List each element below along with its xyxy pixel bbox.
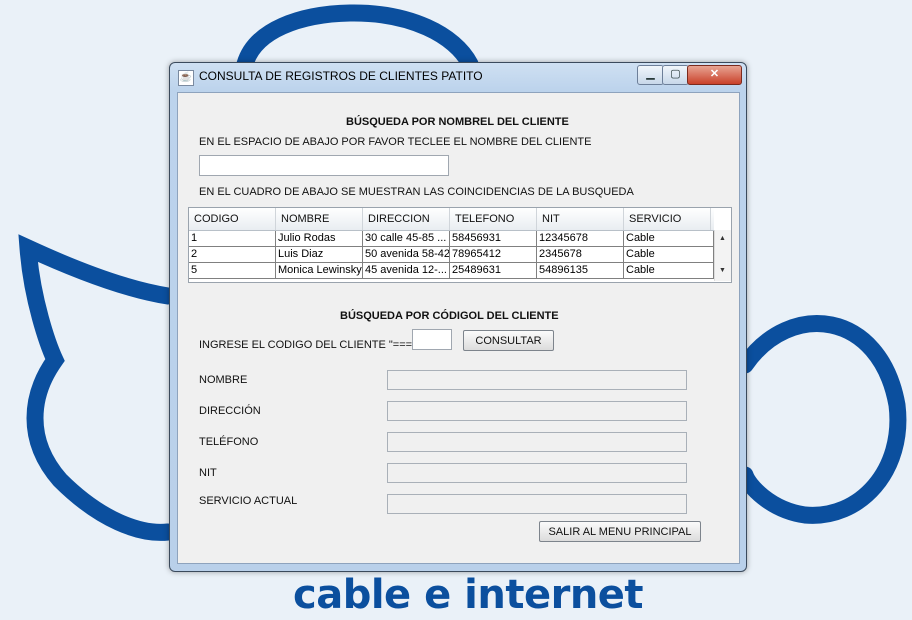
code-prompt-label: INGRESE EL CODIGO DEL CLIENTE "===>" bbox=[199, 339, 423, 351]
cell-nombre: Julio Rodas bbox=[276, 231, 363, 247]
cell-nit: 12345678 bbox=[537, 231, 624, 247]
java-cup-icon: ☕ bbox=[178, 70, 194, 86]
nombre-field[interactable] bbox=[387, 370, 687, 390]
cell-codigo: 2 bbox=[189, 247, 276, 263]
cell-servicio: Cable bbox=[624, 231, 714, 247]
table-row[interactable]: 1 Julio Rodas 30 calle 45-85 ... 5845693… bbox=[189, 231, 714, 247]
cell-codigo: 1 bbox=[189, 231, 276, 247]
column-header-nombre[interactable]: NOMBRE bbox=[276, 208, 363, 230]
cell-telefono: 25489631 bbox=[450, 263, 537, 279]
main-window: ☕ CONSULTA DE REGISTROS DE CLIENTES PATI… bbox=[169, 62, 747, 572]
table-header: CODIGO NOMBRE DIRECCION TELEFONO NIT SER… bbox=[189, 208, 714, 231]
client-code-input[interactable] bbox=[412, 329, 452, 350]
scroll-down-arrow-icon[interactable]: ▼ bbox=[719, 267, 726, 274]
direccion-label: DIRECCIÓN bbox=[199, 405, 261, 417]
cell-direccion: 50 avenida 58-42 bbox=[363, 247, 450, 263]
nit-label: NIT bbox=[199, 467, 217, 479]
brand-text: cable e internet bbox=[293, 572, 644, 618]
cell-nombre: Luis Diaz bbox=[276, 247, 363, 263]
client-name-input[interactable] bbox=[199, 155, 449, 176]
consultar-button[interactable]: CONSULTAR bbox=[463, 330, 554, 351]
name-search-heading: BÚSQUEDA POR NOMBREL DEL CLIENTE bbox=[346, 116, 569, 128]
title-bar[interactable]: ☕ CONSULTA DE REGISTROS DE CLIENTES PATI… bbox=[170, 63, 746, 91]
cell-nit: 54896135 bbox=[537, 263, 624, 279]
cell-telefono: 58456931 bbox=[450, 231, 537, 247]
close-button[interactable]: ✕ bbox=[687, 65, 742, 85]
minimize-button[interactable]: ▁ bbox=[637, 65, 664, 85]
column-header-nit[interactable]: NIT bbox=[537, 208, 624, 230]
cell-servicio: Cable bbox=[624, 263, 714, 279]
column-header-servicio[interactable]: SERVICIO bbox=[624, 208, 711, 230]
cell-direccion: 30 calle 45-85 ... bbox=[363, 231, 450, 247]
table-scrollbar[interactable]: ▲ ▼ bbox=[714, 230, 731, 281]
telefono-label: TELÉFONO bbox=[199, 436, 259, 448]
table-row[interactable]: 5 Monica Lewinsky 45 avenida 12-... 2548… bbox=[189, 263, 714, 279]
table-row[interactable]: 2 Luis Diaz 50 avenida 58-42 78965412 23… bbox=[189, 247, 714, 263]
column-header-direccion[interactable]: DIRECCION bbox=[363, 208, 450, 230]
code-search-heading: BÚSQUEDA POR CÓDIGOL DEL CLIENTE bbox=[340, 310, 559, 322]
cell-servicio: Cable bbox=[624, 247, 714, 263]
column-header-telefono[interactable]: TELEFONO bbox=[450, 208, 537, 230]
nombre-label: NOMBRE bbox=[199, 374, 248, 386]
servicio-actual-label: SERVICIO ACTUAL bbox=[199, 495, 298, 507]
servicio-actual-field[interactable] bbox=[387, 494, 687, 514]
window-content: BÚSQUEDA POR NOMBREL DEL CLIENTE EN EL E… bbox=[177, 92, 740, 564]
maximize-button[interactable]: ▢ bbox=[662, 65, 689, 85]
results-caption: EN EL CUADRO DE ABAJO SE MUESTRAN LAS CO… bbox=[199, 186, 634, 198]
cell-nit: 2345678 bbox=[537, 247, 624, 263]
name-search-instruction: EN EL ESPACIO DE ABAJO POR FAVOR TECLEE … bbox=[199, 136, 592, 148]
direccion-field[interactable] bbox=[387, 401, 687, 421]
telefono-field[interactable] bbox=[387, 432, 687, 452]
column-header-codigo[interactable]: CODIGO bbox=[189, 208, 276, 230]
window-title: CONSULTA DE REGISTROS DE CLIENTES PATITO bbox=[199, 69, 483, 83]
results-table[interactable]: CODIGO NOMBRE DIRECCION TELEFONO NIT SER… bbox=[188, 207, 732, 283]
scroll-up-arrow-icon[interactable]: ▲ bbox=[719, 235, 726, 242]
cell-telefono: 78965412 bbox=[450, 247, 537, 263]
cell-nombre: Monica Lewinsky bbox=[276, 263, 363, 279]
cell-direccion: 45 avenida 12-... bbox=[363, 263, 450, 279]
exit-to-main-menu-button[interactable]: SALIR AL MENU PRINCIPAL bbox=[539, 521, 701, 542]
cell-codigo: 5 bbox=[189, 263, 276, 279]
nit-field[interactable] bbox=[387, 463, 687, 483]
